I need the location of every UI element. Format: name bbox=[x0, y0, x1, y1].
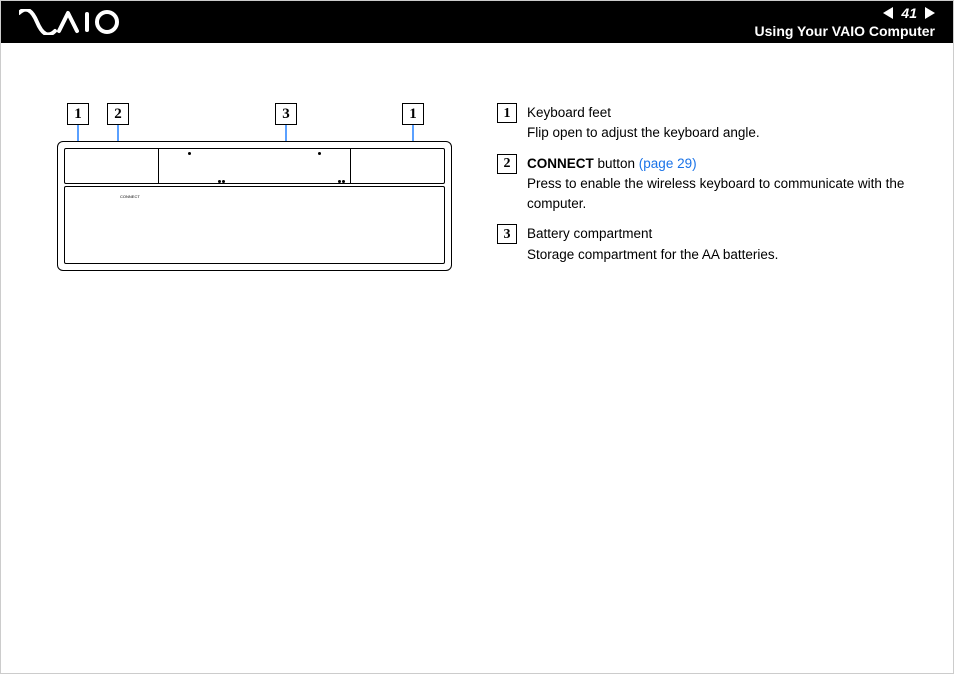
keyboard-bottom-illustration: CONNECT bbox=[57, 141, 452, 271]
legend-item-2: 2 CONNECT button (page 29) Press to enab… bbox=[497, 154, 923, 215]
legend-num-3: 3 bbox=[497, 224, 517, 244]
legend-area: 1 Keyboard feet Flip open to adjust the … bbox=[497, 103, 923, 275]
section-title: Using Your VAIO Computer bbox=[755, 23, 935, 39]
page-content: 1 2 3 1 CONNECT 1 Keyboard feet bbox=[1, 43, 953, 275]
callout-3: 3 bbox=[275, 103, 297, 125]
header-right: 41 Using Your VAIO Computer bbox=[755, 5, 935, 39]
connect-label: CONNECT bbox=[120, 194, 140, 199]
legend-desc-2: Press to enable the wireless keyboard to… bbox=[527, 174, 923, 215]
page-number: 41 bbox=[901, 5, 917, 21]
callout-2: 2 bbox=[107, 103, 129, 125]
legend-desc-1: Flip open to adjust the keyboard angle. bbox=[527, 123, 923, 143]
diagram-area: 1 2 3 1 CONNECT bbox=[57, 103, 457, 275]
callout-1b: 1 bbox=[402, 103, 424, 125]
page-nav: 41 bbox=[755, 5, 935, 21]
legend-item-3: 3 Battery compartment Storage compartmen… bbox=[497, 224, 923, 265]
prev-page-arrow-icon[interactable] bbox=[883, 7, 893, 19]
legend-title-2: CONNECT button (page 29) bbox=[527, 154, 923, 174]
next-page-arrow-icon[interactable] bbox=[925, 7, 935, 19]
header-bar: 41 Using Your VAIO Computer bbox=[1, 1, 953, 43]
legend-desc-3: Storage compartment for the AA batteries… bbox=[527, 245, 923, 265]
vaio-logo bbox=[19, 9, 129, 35]
legend-num-2: 2 bbox=[497, 154, 517, 174]
legend-item-1: 1 Keyboard feet Flip open to adjust the … bbox=[497, 103, 923, 144]
diagram-callouts: 1 2 3 1 bbox=[57, 103, 457, 131]
legend-title-3: Battery compartment bbox=[527, 224, 923, 244]
legend-title-1: Keyboard feet bbox=[527, 103, 923, 123]
page-29-link[interactable]: (page 29) bbox=[639, 156, 697, 171]
legend-num-1: 1 bbox=[497, 103, 517, 123]
callout-1a: 1 bbox=[67, 103, 89, 125]
